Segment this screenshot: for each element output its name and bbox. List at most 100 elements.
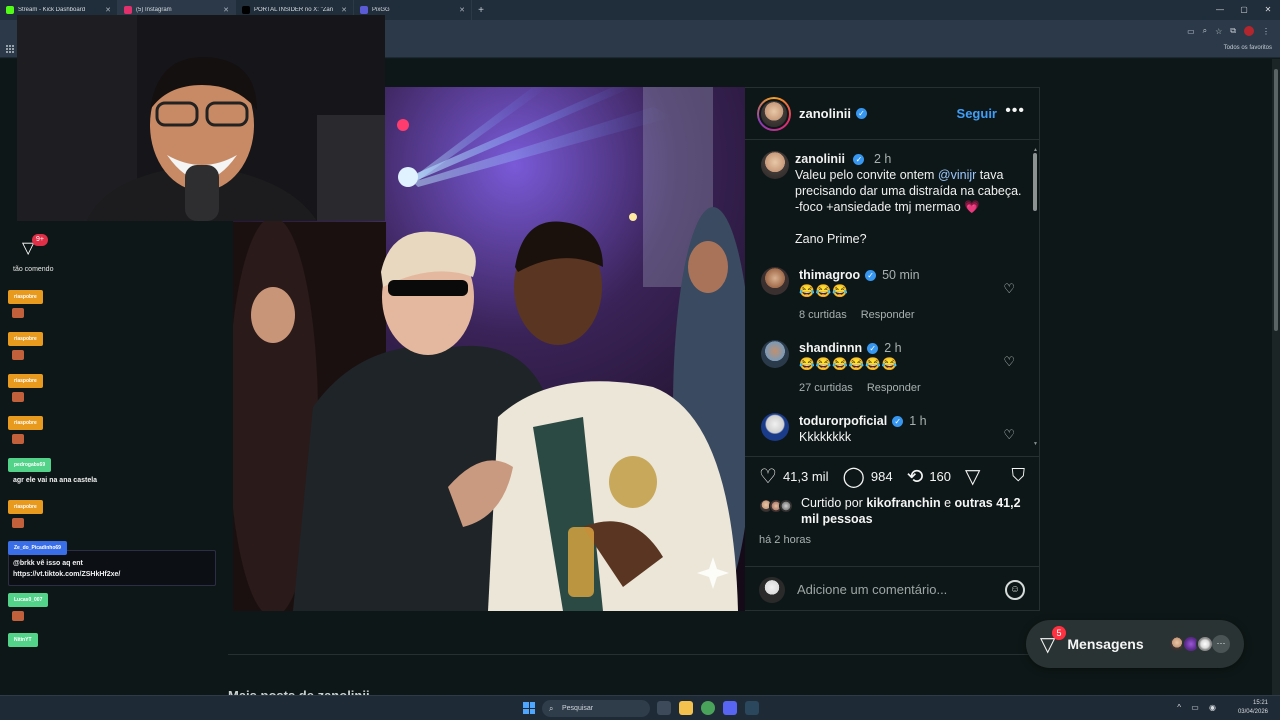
- scroll-down-icon[interactable]: ▼: [1033, 441, 1038, 447]
- comment-username[interactable]: shandinnn: [799, 341, 862, 355]
- scrollbar-thumb[interactable]: [1274, 69, 1278, 331]
- post-caption: zanolinii ✓ 2 h Valeu pelo convite ontem…: [761, 151, 1023, 247]
- all-bookmarks-link[interactable]: Todos os favoritos: [1224, 45, 1272, 51]
- steam-icon[interactable]: [745, 701, 759, 715]
- system-tray-icons[interactable]: ^ ▭ ◉: [1177, 703, 1220, 712]
- post-author-username[interactable]: zanolinii: [799, 106, 851, 121]
- page-scrollbar[interactable]: [1272, 59, 1280, 695]
- comment-likes[interactable]: 8 curtidas: [799, 309, 847, 321]
- more-options-icon[interactable]: •••: [1005, 102, 1025, 120]
- comments-count: 984: [870, 469, 893, 484]
- zoom-icon[interactable]: ⌕: [1203, 26, 1207, 36]
- file-explorer-icon[interactable]: [679, 701, 693, 715]
- discord-icon[interactable]: [723, 701, 737, 715]
- instagram-icon: [124, 6, 132, 14]
- caption-username[interactable]: zanolinii: [795, 152, 845, 166]
- chat-emote-icon: [12, 611, 24, 621]
- clock-time: 15:21: [1252, 700, 1268, 706]
- repost-action[interactable]: ⟲ 160: [907, 464, 951, 489]
- share-icon[interactable]: ▽: [965, 464, 980, 489]
- caption-line-2: Zano Prime?: [795, 232, 867, 246]
- new-tab-icon[interactable]: +: [472, 5, 490, 16]
- menu-icon[interactable]: ⋮: [1262, 27, 1270, 36]
- avatar[interactable]: [759, 98, 789, 129]
- like-action[interactable]: ♡ 41,3 mil: [759, 464, 828, 489]
- add-comment-bar: Adicione um comentário... ☺: [745, 566, 1039, 612]
- close-tab-icon[interactable]: ✕: [105, 6, 111, 14]
- mention-link[interactable]: @vinijr: [938, 168, 976, 182]
- messages-badge: 5: [1052, 625, 1066, 640]
- close-tab-icon[interactable]: ✕: [341, 6, 347, 14]
- comment-action[interactable]: ◯ 984: [842, 464, 892, 489]
- comments-scrollbar[interactable]: ▲ ▼: [1033, 147, 1038, 447]
- extensions-icon[interactable]: ⧉: [1230, 26, 1236, 36]
- star-icon[interactable]: ☆: [1215, 27, 1222, 36]
- comment-username[interactable]: todurorpoficial: [799, 414, 887, 428]
- comment-text: 😂😂😂: [799, 284, 849, 298]
- comment-input[interactable]: Adicione um comentário...: [797, 582, 1005, 597]
- search-icon: ⌕: [549, 704, 554, 713]
- stream-chat-overlay: ▽ 9+ tão comendo riaspobre riaspobre ria…: [8, 232, 228, 672]
- caption-text: Valeu pelo convite ontem @vinijr tava pr…: [795, 168, 1022, 214]
- search-label: Pesquisar: [562, 705, 594, 712]
- repost-icon[interactable]: ⟲: [907, 464, 924, 489]
- avatar[interactable]: [761, 413, 789, 441]
- maximize-icon[interactable]: ▢: [1232, 0, 1256, 20]
- apps-icon[interactable]: [6, 45, 14, 53]
- post-timestamp[interactable]: há 2 horas: [759, 534, 811, 546]
- avatar: [779, 499, 793, 513]
- bookmark-icon[interactable]: ⛉: [1012, 465, 1026, 486]
- messages-label: Mensagens: [1067, 636, 1144, 652]
- chat-username: Ze_do_Picadinho69: [8, 541, 67, 555]
- heart-icon[interactable]: ♡: [1003, 354, 1015, 370]
- liked-by: Curtido por kikofranchin e outras 41,2 m…: [759, 495, 1029, 527]
- reply-button[interactable]: Responder: [867, 382, 921, 394]
- screen: Stream - Kick Dashboard ✕ (5) Instagram …: [0, 0, 1280, 720]
- chat-username: pedrogabs69: [8, 458, 52, 472]
- avatar[interactable]: [761, 267, 789, 295]
- comment-time: 2 h: [884, 341, 902, 355]
- clock[interactable]: 15:21 03/04/2026: [1238, 699, 1268, 717]
- comment-username[interactable]: thimagroo: [799, 268, 860, 282]
- cast-icon[interactable]: ▭: [1187, 27, 1195, 36]
- profile-icon[interactable]: [1244, 26, 1254, 36]
- follow-button[interactable]: Seguir: [957, 106, 997, 121]
- close-window-icon[interactable]: ✕: [1256, 0, 1280, 20]
- verified-badge-icon: ✓: [867, 343, 879, 355]
- chrome-icon[interactable]: [701, 701, 715, 715]
- chat-emote-icon: [12, 518, 24, 528]
- comments-list[interactable]: ▲ ▼ zanolinii ✓ 2 h Valeu pelo convite o…: [745, 141, 1039, 455]
- scrollbar-thumb[interactable]: [1033, 153, 1037, 211]
- chat-emote-icon: [12, 392, 24, 402]
- heart-icon[interactable]: ♡: [1003, 281, 1015, 297]
- reply-button[interactable]: Responder: [861, 309, 915, 321]
- close-tab-icon[interactable]: ✕: [223, 6, 229, 14]
- taskbar-search[interactable]: ⌕ Pesquisar: [542, 700, 650, 717]
- comment-item: todurorpoficial ✓ 1 h Kkkkkkkk ♡: [761, 413, 1023, 445]
- messages-icon: ▽ 5: [1040, 625, 1066, 657]
- heart-icon[interactable]: ♡: [1003, 427, 1015, 443]
- liked-by-user[interactable]: kikofranchin: [866, 496, 940, 510]
- toolbar-icons: ▭ ⌕ ☆ ⧉ ⋮: [1187, 20, 1270, 42]
- chat-username: riaspobre: [8, 332, 43, 346]
- post-side-panel: zanolinii ✓ Seguir ••• ▲ ▼ zanolinii ✓ 2…: [745, 87, 1040, 611]
- share-action[interactable]: ▽: [965, 464, 986, 489]
- comment-likes[interactable]: 27 curtidas: [799, 382, 853, 394]
- task-view-icon[interactable]: [657, 701, 671, 715]
- messages-button[interactable]: ▽ 5 Mensagens ···: [1026, 620, 1244, 668]
- chat-username: Lucas0_007: [8, 593, 49, 607]
- avatar[interactable]: [761, 340, 789, 368]
- heart-icon[interactable]: ♡: [759, 464, 777, 489]
- verified-badge-icon: ✓: [865, 270, 877, 282]
- start-icon[interactable]: [523, 702, 535, 714]
- emoji-icon[interactable]: ☺: [1005, 579, 1025, 600]
- story-ring[interactable]: [757, 96, 791, 131]
- close-tab-icon[interactable]: ✕: [459, 6, 465, 14]
- avatar: [759, 576, 785, 603]
- likes-count: 41,3 mil: [782, 469, 829, 484]
- comment-item: thimagroo ✓ 50 min 😂😂😂 8 curtidas Responder…: [761, 267, 1023, 323]
- chat-badge: 9+: [32, 234, 48, 246]
- comment-icon[interactable]: ◯: [842, 464, 864, 489]
- minimize-icon[interactable]: —: [1208, 0, 1232, 20]
- avatar[interactable]: [761, 151, 789, 179]
